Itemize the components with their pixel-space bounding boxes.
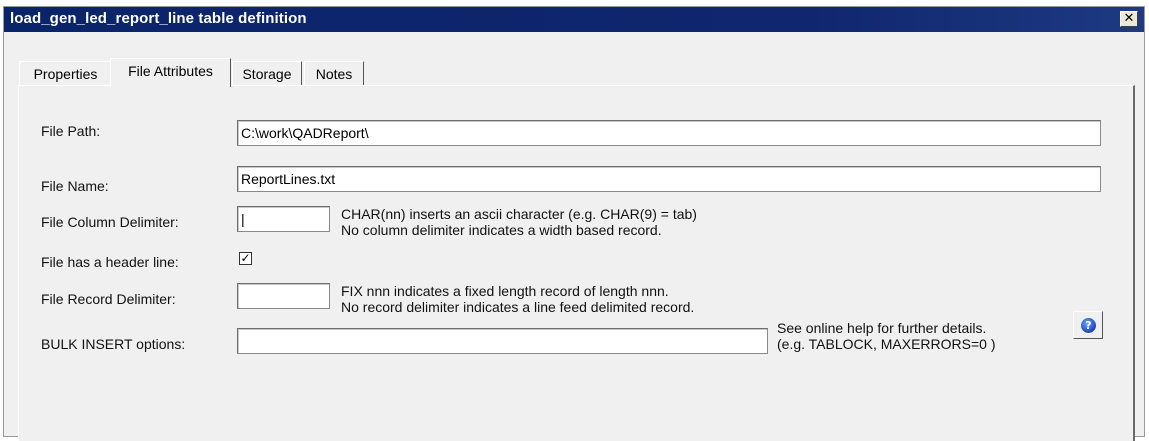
file-name-input[interactable]: ReportLines.txt: [237, 166, 1101, 192]
hint-line: FIX nnn indicates a fixed length record …: [341, 283, 669, 299]
title-bar[interactable]: load_gen_led_report_line table definitio…: [4, 7, 1144, 32]
header-line-checkbox[interactable]: ✓: [239, 252, 252, 265]
tab-properties[interactable]: Properties: [19, 61, 112, 86]
window-title: load_gen_led_report_line table definitio…: [10, 10, 307, 27]
hint-line: No column delimiter indicates a width ba…: [341, 222, 662, 238]
file-path-input[interactable]: C:\work\QADReport\: [237, 120, 1101, 146]
tab-label: Notes: [315, 66, 353, 82]
help-icon: ?: [1081, 318, 1096, 333]
bulk-insert-label: BULK INSERT options:: [41, 336, 186, 352]
tab-label: Properties: [33, 66, 98, 82]
column-delimiter-label: File Column Delimiter:: [41, 214, 179, 230]
hint-line: See online help for further details.: [777, 320, 987, 336]
tab-notes[interactable]: Notes: [304, 61, 364, 86]
table-definition-window: load_gen_led_report_line table definitio…: [3, 6, 1145, 441]
hint-line: (e.g. TABLOCK, MAXERRORS=0 ): [777, 336, 996, 352]
header-line-label: File has a header line:: [41, 254, 179, 270]
close-icon: ✕: [1123, 11, 1135, 26]
record-delimiter-label: File Record Delimiter:: [41, 291, 176, 307]
bulk-insert-input[interactable]: [237, 328, 768, 354]
record-delimiter-hint: FIX nnn indicates a fixed length record …: [341, 283, 694, 315]
record-delimiter-input[interactable]: [237, 283, 330, 309]
file-name-label: File Name:: [41, 178, 109, 194]
close-button[interactable]: ✕: [1120, 11, 1138, 27]
bulk-insert-hint: See online help for further details. (e.…: [777, 320, 996, 352]
help-button[interactable]: ?: [1073, 311, 1103, 339]
check-icon: ✓: [240, 251, 251, 265]
hint-line: No record delimiter indicates a line fee…: [341, 299, 695, 315]
tab-label: Storage: [242, 66, 292, 82]
column-delimiter-hint: CHAR(nn) inserts an ascii character (e.g…: [341, 206, 697, 238]
file-path-label: File Path:: [41, 123, 101, 139]
tab-file-attributes[interactable]: File Attributes: [110, 58, 231, 87]
column-delimiter-input[interactable]: |: [237, 206, 330, 232]
hint-line: CHAR(nn) inserts an ascii character (e.g…: [341, 206, 697, 222]
tab-storage[interactable]: Storage: [232, 61, 302, 86]
tab-label: File Attributes: [128, 63, 213, 79]
